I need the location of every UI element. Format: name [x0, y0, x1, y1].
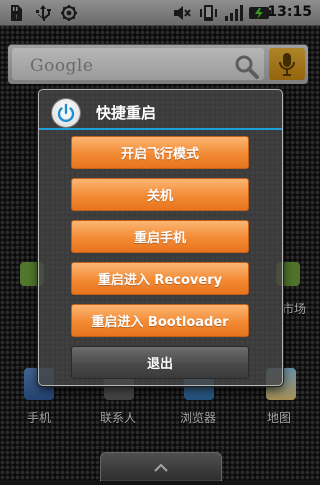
reboot-recovery-button[interactable]: 重启进入 Recovery	[71, 262, 249, 295]
reboot-button[interactable]: 重启手机	[71, 220, 249, 253]
dialog-header: 快捷重启	[39, 90, 282, 130]
exit-button[interactable]: 退出	[71, 346, 249, 379]
airplane-mode-button[interactable]: 开启飞行模式	[71, 136, 249, 169]
power-icon	[52, 99, 80, 127]
dialog-divider	[39, 128, 282, 130]
dialog-title: 快捷重启	[96, 104, 157, 122]
power-off-button[interactable]: 关机	[71, 178, 249, 211]
reboot-bootloader-button[interactable]: 重启进入 Bootloader	[71, 304, 249, 337]
quick-reboot-dialog: 快捷重启 开启飞行模式 关机 重启手机 重启进入 Recovery 重启进入 B…	[38, 89, 283, 386]
